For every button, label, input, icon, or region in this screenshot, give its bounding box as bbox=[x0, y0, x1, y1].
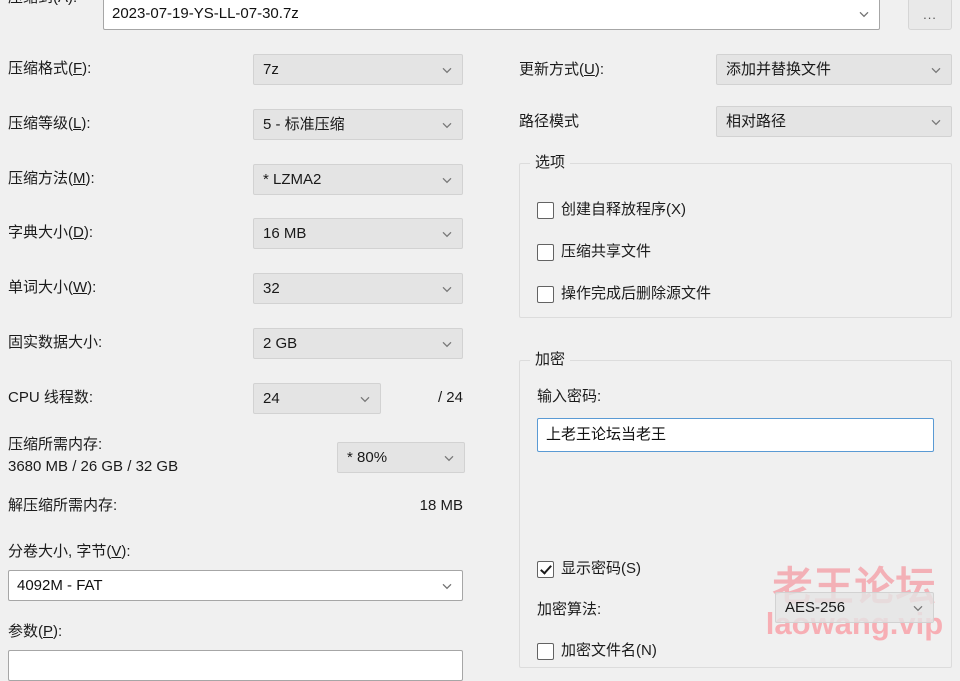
checkbox-box[interactable] bbox=[537, 285, 554, 303]
encryption-algorithm-combo[interactable]: AES-256 bbox=[775, 592, 934, 623]
compress-shared-files-label: 压缩共享文件 bbox=[561, 243, 652, 260]
compression-format-combo[interactable]: 7z bbox=[253, 54, 463, 85]
create-sfx-label: 创建自释放程序(X) bbox=[561, 201, 687, 218]
delete-after-checkbox[interactable]: 操作完成后删除源文件 bbox=[537, 284, 711, 304]
memory-usage-decompress-value: 18 MB bbox=[419, 497, 463, 514]
show-password-checkbox[interactable]: 显示密码(S) bbox=[537, 559, 641, 579]
parameters-label: 参数(P): bbox=[8, 623, 63, 640]
cpu-threads-label: CPU 线程数: bbox=[8, 389, 94, 406]
path-mode-value: 相对路径 bbox=[726, 112, 787, 130]
update-mode-combo[interactable]: 添加并替换文件 bbox=[716, 54, 952, 85]
parameters-input[interactable] bbox=[8, 650, 463, 681]
split-volume-label: 分卷大小, 字节(V): bbox=[8, 543, 131, 560]
compress-shared-files-checkbox[interactable]: 压缩共享文件 bbox=[537, 242, 651, 262]
encryption-algorithm-label: 加密算法: bbox=[537, 601, 602, 618]
split-volume-value: 4092M - FAT bbox=[17, 576, 103, 594]
options-groupbox-title: 选项 bbox=[530, 153, 571, 173]
checkbox-box[interactable] bbox=[537, 201, 554, 219]
checkbox-box[interactable] bbox=[537, 560, 554, 578]
chevron-down-icon bbox=[911, 601, 925, 615]
checkbox-box[interactable] bbox=[537, 642, 554, 660]
word-size-combo[interactable]: 32 bbox=[253, 273, 463, 304]
solid-block-size-label: 固实数据大小: bbox=[8, 334, 103, 351]
password-label: 输入密码: bbox=[537, 388, 602, 405]
chevron-down-icon bbox=[440, 118, 454, 132]
path-mode-combo[interactable]: 相对路径 bbox=[716, 106, 952, 137]
encrypt-filenames-label: 加密文件名(N) bbox=[561, 642, 657, 659]
create-sfx-checkbox[interactable]: 创建自释放程序(X) bbox=[537, 200, 686, 220]
compression-method-combo[interactable]: * LZMA2 bbox=[253, 164, 463, 195]
cpu-threads-total: / 24 bbox=[437, 389, 463, 406]
compression-level-combo[interactable]: 5 - 标准压缩 bbox=[253, 109, 463, 140]
chevron-down-icon bbox=[440, 227, 454, 241]
archive-name-value: 2023-07-19-YS-LL-07-30.7z bbox=[112, 5, 299, 22]
cpu-threads-combo[interactable]: 24 bbox=[253, 383, 381, 414]
browse-button[interactable]: ... bbox=[908, 0, 952, 30]
memory-usage-compress-detail: 3680 MB / 26 GB / 32 GB bbox=[8, 458, 179, 475]
split-volume-combo[interactable]: 4092M - FAT bbox=[8, 570, 463, 601]
chevron-down-icon bbox=[929, 63, 943, 77]
dictionary-size-combo[interactable]: 16 MB bbox=[253, 218, 463, 249]
update-mode-value: 添加并替换文件 bbox=[726, 60, 832, 78]
password-input[interactable]: 上老王论坛当老王 bbox=[537, 418, 934, 452]
chevron-down-icon bbox=[440, 337, 454, 351]
compression-level-label: 压缩等级(L): bbox=[8, 115, 91, 132]
chevron-down-icon bbox=[440, 63, 454, 77]
add-to-archive-dialog: 压缩到(A): 2023-07-19-YS-LL-07-30.7z ... 压缩… bbox=[0, 0, 960, 681]
chevron-down-icon[interactable] bbox=[857, 7, 871, 21]
checkbox-box[interactable] bbox=[537, 243, 554, 261]
memory-usage-percent-combo[interactable]: * 80% bbox=[337, 442, 465, 473]
compression-format-value: 7z bbox=[263, 60, 279, 78]
chevron-down-icon bbox=[442, 451, 456, 465]
show-password-label: 显示密码(S) bbox=[561, 560, 642, 577]
ellipsis-icon: ... bbox=[923, 6, 937, 22]
delete-after-label: 操作完成后删除源文件 bbox=[561, 285, 712, 302]
dictionary-size-label: 字典大小(D): bbox=[8, 224, 94, 241]
encryption-groupbox-title: 加密 bbox=[530, 350, 571, 370]
update-mode-label: 更新方式(U): bbox=[519, 61, 605, 78]
archive-name-combo[interactable]: 2023-07-19-YS-LL-07-30.7z bbox=[103, 0, 880, 30]
encryption-algorithm-value: AES-256 bbox=[785, 598, 846, 616]
compression-method-value: * LZMA2 bbox=[263, 170, 322, 188]
chevron-down-icon bbox=[440, 173, 454, 187]
encrypt-filenames-checkbox[interactable]: 加密文件名(N) bbox=[537, 641, 657, 661]
dictionary-size-value: 16 MB bbox=[263, 224, 307, 242]
chevron-down-icon bbox=[358, 392, 372, 406]
word-size-label: 单词大小(W): bbox=[8, 279, 97, 296]
path-mode-label: 路径模式 bbox=[519, 113, 580, 130]
archive-name-label: 压缩到(A): bbox=[8, 0, 103, 12]
compression-method-label: 压缩方法(M): bbox=[8, 170, 95, 187]
compression-level-value: 5 - 标准压缩 bbox=[263, 115, 345, 133]
memory-usage-decompress-label: 解压缩所需内存: bbox=[8, 497, 118, 514]
chevron-down-icon bbox=[440, 282, 454, 296]
password-value: 上老王论坛当老王 bbox=[546, 426, 667, 443]
memory-usage-percent-value: * 80% bbox=[347, 448, 388, 466]
memory-usage-compress-label: 压缩所需内存: bbox=[8, 436, 103, 453]
compression-format-label: 压缩格式(F): bbox=[8, 60, 92, 77]
chevron-down-icon[interactable] bbox=[440, 579, 454, 593]
chevron-down-icon bbox=[929, 115, 943, 129]
word-size-value: 32 bbox=[263, 279, 280, 297]
cpu-threads-value: 24 bbox=[263, 389, 280, 407]
solid-block-size-value: 2 GB bbox=[263, 334, 298, 352]
solid-block-size-combo[interactable]: 2 GB bbox=[253, 328, 463, 359]
